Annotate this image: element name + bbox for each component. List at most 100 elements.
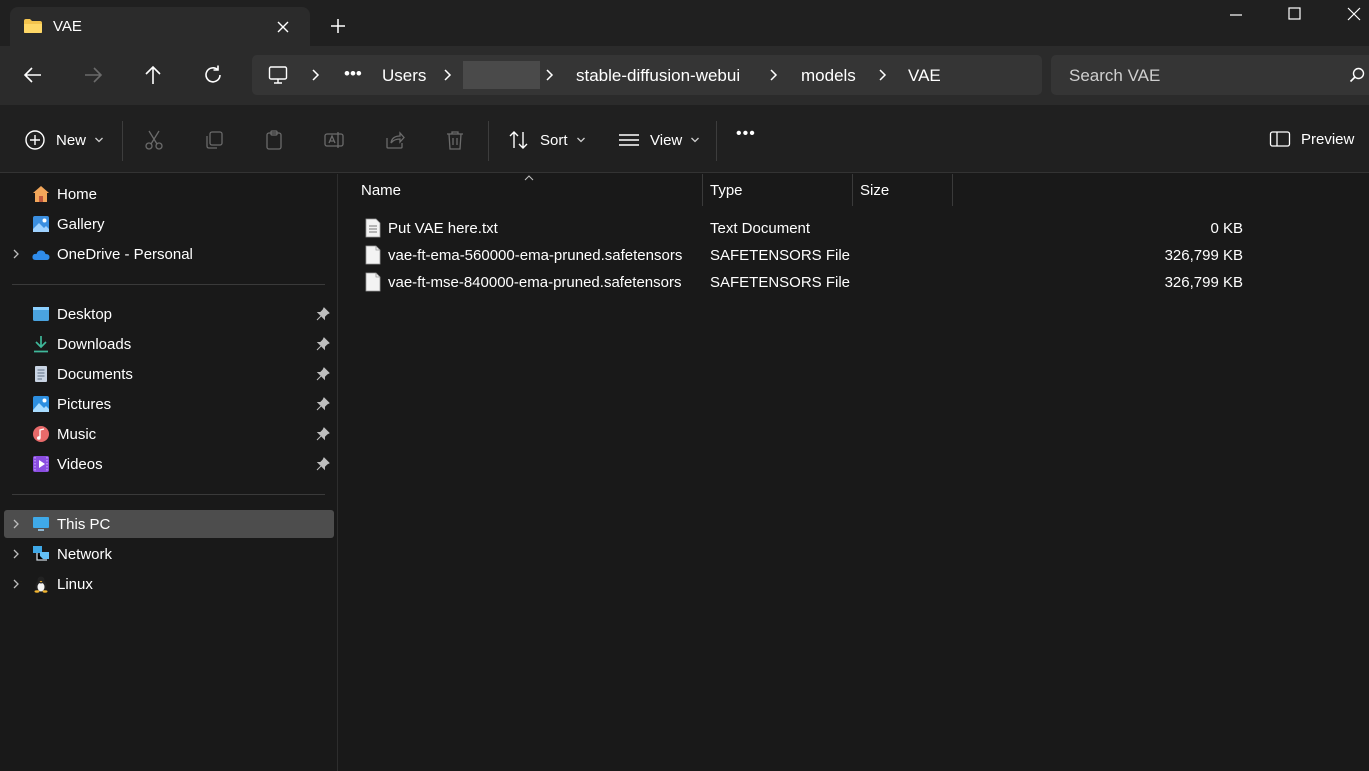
- sort-ascending-icon: [524, 175, 534, 181]
- sidebar-item-label: Home: [57, 186, 98, 203]
- sidebar-item-home[interactable]: Home: [4, 180, 334, 208]
- file-row[interactable]: vae-ft-mse-840000-ema-pruned.safetensors…: [359, 269, 1243, 295]
- search-input[interactable]: Search VAE: [1051, 55, 1369, 95]
- tab-vae[interactable]: VAE: [10, 7, 310, 46]
- close-tab-icon[interactable]: [274, 18, 292, 36]
- breadcrumb-users[interactable]: Users: [382, 66, 426, 86]
- file-type: SAFETENSORS File: [710, 274, 851, 291]
- view-button[interactable]: View: [618, 129, 700, 151]
- breadcrumb-chevron-icon[interactable]: [768, 68, 780, 82]
- view-label: View: [650, 131, 683, 149]
- tab-label: VAE: [53, 18, 82, 35]
- preview-button[interactable]: Preview: [1269, 129, 1354, 149]
- sidebar-item-label: Downloads: [57, 336, 132, 353]
- redacted-username: [463, 61, 540, 89]
- pc-icon: [268, 66, 288, 84]
- breadcrumb-chevron-icon[interactable]: [544, 68, 556, 82]
- sidebar-item-music[interactable]: Music: [4, 420, 334, 448]
- column-divider[interactable]: [852, 174, 853, 206]
- rename-icon[interactable]: [323, 129, 345, 151]
- column-header-name[interactable]: Name: [361, 182, 401, 199]
- more-options-button[interactable]: •••: [736, 125, 756, 143]
- sidebar-item-pictures[interactable]: Pictures: [4, 390, 334, 418]
- column-header-size[interactable]: Size: [860, 182, 889, 199]
- pin-icon[interactable]: [316, 367, 330, 381]
- sidebar-item-this-pc[interactable]: This PC: [4, 510, 334, 538]
- cloud-icon: [32, 250, 50, 260]
- new-button[interactable]: New: [24, 129, 104, 151]
- breadcrumb-models[interactable]: models: [801, 66, 856, 86]
- paste-icon[interactable]: [263, 129, 285, 151]
- chevron-right-icon[interactable]: [11, 518, 21, 530]
- breadcrumb-stable-diffusion-webui[interactable]: stable-diffusion-webui: [576, 66, 740, 86]
- file-size: 0 KB: [1210, 220, 1243, 237]
- sidebar-item-label: Documents: [57, 366, 133, 383]
- chevron-right-icon[interactable]: [11, 548, 21, 560]
- file-type: SAFETENSORS File: [710, 247, 851, 264]
- chevron-right-icon[interactable]: [11, 248, 21, 260]
- sidebar-item-label: OneDrive - Personal: [57, 246, 193, 263]
- toolbar-divider: [716, 121, 717, 161]
- cut-icon[interactable]: [143, 129, 165, 151]
- gallery-icon: [33, 216, 49, 232]
- sidebar-item-label: Linux: [57, 576, 93, 593]
- pin-icon[interactable]: [316, 337, 330, 351]
- sidebar-item-label: Pictures: [57, 396, 112, 413]
- refresh-icon[interactable]: [202, 64, 224, 86]
- sidebar-item-linux[interactable]: Linux: [4, 570, 334, 598]
- file-name: vae-ft-mse-840000-ema-pruned.safetensors: [388, 274, 682, 291]
- pin-icon[interactable]: [316, 427, 330, 441]
- breadcrumb-chevron-icon[interactable]: [310, 68, 322, 82]
- preview-label: Preview: [1301, 130, 1355, 148]
- maximize-icon[interactable]: [1282, 4, 1306, 24]
- new-tab-icon[interactable]: [329, 17, 347, 35]
- music-icon: [33, 426, 49, 442]
- share-icon[interactable]: [384, 129, 406, 151]
- search-placeholder: Search VAE: [1069, 66, 1161, 85]
- copy-icon[interactable]: [203, 129, 225, 151]
- back-arrow-icon[interactable]: [22, 64, 44, 86]
- pin-icon[interactable]: [316, 397, 330, 411]
- navigation-pane: Home Gallery OneDrive - Personal Desktop…: [0, 174, 338, 771]
- file-size: 326,799 KB: [1164, 274, 1243, 291]
- pc-icon: [33, 517, 49, 531]
- toolbar-divider: [122, 121, 123, 161]
- delete-icon[interactable]: [444, 129, 466, 151]
- breadcrumb-vae[interactable]: VAE: [908, 66, 941, 86]
- pin-icon[interactable]: [316, 457, 330, 471]
- view-list-icon: [619, 134, 639, 146]
- breadcrumb-chevron-icon[interactable]: [877, 68, 889, 82]
- pin-icon[interactable]: [316, 307, 330, 321]
- address-bar[interactable]: ••• Users stable-diffusion-webui models …: [252, 55, 1042, 95]
- desktop-icon: [33, 307, 49, 321]
- close-window-icon[interactable]: [1342, 4, 1366, 24]
- up-arrow-icon[interactable]: [142, 64, 164, 86]
- forward-arrow-icon[interactable]: [82, 64, 104, 86]
- sidebar-item-gallery[interactable]: Gallery: [4, 210, 334, 238]
- new-label: New: [56, 131, 87, 149]
- sidebar-item-downloads[interactable]: Downloads: [4, 330, 334, 358]
- sort-icon: [509, 131, 528, 149]
- column-divider[interactable]: [702, 174, 703, 206]
- sidebar-item-documents[interactable]: Documents: [4, 360, 334, 388]
- sidebar-item-label: Network: [57, 546, 113, 563]
- column-header-type[interactable]: Type: [710, 182, 743, 199]
- sidebar-divider: [12, 284, 325, 285]
- sidebar-item-videos[interactable]: Videos: [4, 450, 334, 478]
- sidebar-item-label: Desktop: [57, 306, 113, 323]
- minimize-icon[interactable]: [1224, 4, 1248, 24]
- sort-button[interactable]: Sort: [508, 129, 586, 151]
- command-bar: New Sort View ••• Preview: [0, 105, 1369, 173]
- chevron-right-icon[interactable]: [11, 578, 21, 590]
- pictures-icon: [33, 396, 49, 412]
- sidebar-item-desktop[interactable]: Desktop: [4, 300, 334, 328]
- sidebar-item-network[interactable]: Network: [4, 540, 334, 568]
- file-row[interactable]: vae-ft-ema-560000-ema-pruned.safetensors…: [359, 242, 1243, 268]
- breadcrumb-chevron-icon[interactable]: [442, 68, 454, 82]
- breadcrumb-more[interactable]: •••: [344, 64, 362, 84]
- sidebar-item-onedrive[interactable]: OneDrive - Personal: [4, 240, 334, 268]
- column-divider[interactable]: [952, 174, 953, 206]
- file-row[interactable]: Put VAE here.txt Text Document 0 KB: [359, 215, 1243, 241]
- file-list: Name Type Size Put VAE here.txt Text Doc…: [339, 174, 1369, 771]
- title-bar: VAE: [0, 0, 1369, 46]
